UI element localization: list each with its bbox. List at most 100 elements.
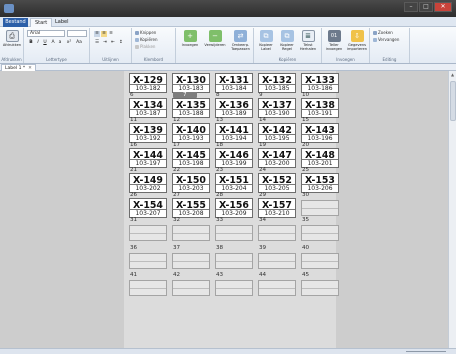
font-grow-icon[interactable]: A xyxy=(50,40,56,46)
label-tag[interactable]: X-157 103-210 xyxy=(258,198,296,218)
delete-button[interactable]: − Verwijderen xyxy=(203,30,227,47)
align-right-icon[interactable]: ≡ xyxy=(108,31,114,37)
paste-button[interactable]: Plakken xyxy=(135,44,155,49)
label-cell[interactable]: 43 xyxy=(215,272,253,298)
label-cell[interactable]: 18 X-146 103-199 xyxy=(215,142,253,168)
label-tag[interactable]: X-153 103-206 xyxy=(301,173,339,193)
list-icon[interactable]: ☰ xyxy=(94,40,100,46)
copy-button[interactable]: Kopiëren xyxy=(135,37,158,42)
empty-label-tag[interactable] xyxy=(258,253,296,269)
italic-button[interactable]: I xyxy=(35,40,41,46)
label-tag[interactable]: X-147 103-200 xyxy=(258,148,296,168)
copy-row-button[interactable]: ⧉ Kopieer Regel xyxy=(277,30,297,51)
label-tag[interactable]: X-138 103-191 xyxy=(301,98,339,118)
label-cell[interactable]: 26 X-154 103-207 xyxy=(129,192,167,218)
align-center-icon[interactable]: ≡ xyxy=(101,31,107,37)
replace-button[interactable]: Vervangen xyxy=(373,37,399,42)
empty-label-tag[interactable] xyxy=(215,225,253,241)
label-cell[interactable]: 31 xyxy=(129,217,167,243)
label-cell[interactable]: 41 xyxy=(129,272,167,298)
label-tag[interactable]: X-132 103-185 xyxy=(258,73,296,93)
label-tag[interactable]: X-154 103-207 xyxy=(129,198,167,218)
scroll-up-icon[interactable]: ▲ xyxy=(449,71,456,78)
insert-counter-button[interactable]: 01 Teller invoegen xyxy=(324,30,344,51)
app-menu-icon[interactable] xyxy=(4,4,14,13)
label-cell[interactable]: 32 xyxy=(172,217,210,243)
repeat-text-button[interactable]: ≣ Tekst Herhalen xyxy=(298,30,318,51)
empty-label-tag[interactable] xyxy=(129,253,167,269)
label-cell[interactable]: 30 xyxy=(301,192,339,218)
tab-start[interactable]: Start xyxy=(30,18,53,27)
label-tag[interactable]: X-131 103-184 xyxy=(215,73,253,93)
label-cell[interactable]: 38 xyxy=(215,245,253,271)
label-cell[interactable]: 11 X-139 103-192 xyxy=(129,117,167,143)
label-tag[interactable]: X-130 103-183 xyxy=(172,73,210,93)
label-cell[interactable]: 14 X-142 103-195 xyxy=(258,117,296,143)
label-tag[interactable]: X-134 103-187 xyxy=(129,98,167,118)
scroll-thumb[interactable] xyxy=(450,81,456,121)
empty-label-tag[interactable] xyxy=(172,280,210,296)
empty-label-tag[interactable] xyxy=(172,225,210,241)
label-cell[interactable]: 12 X-140 103-193 xyxy=(172,117,210,143)
label-tag[interactable]: X-136 103-189 xyxy=(215,98,253,118)
label-cell[interactable]: 37 xyxy=(172,245,210,271)
label-cell[interactable]: 36 xyxy=(129,245,167,271)
font-family-select[interactable]: Arial xyxy=(27,30,65,37)
insert-button[interactable]: + Invoegen xyxy=(178,30,202,47)
empty-label-tag[interactable] xyxy=(301,253,339,269)
print-button[interactable]: ⎙ Afdrukken xyxy=(2,30,22,47)
label-cell[interactable]: 29 X-157 103-210 xyxy=(258,192,296,218)
label-tag[interactable]: X-133 103-186 xyxy=(301,73,339,93)
case-icon[interactable]: Aa xyxy=(76,40,82,46)
label-cell[interactable]: 19 X-147 103-200 xyxy=(258,142,296,168)
maximize-button[interactable]: □ xyxy=(419,2,433,12)
label-cell[interactable]: 21 X-149 103-202 xyxy=(129,167,167,193)
empty-label-tag[interactable] xyxy=(215,280,253,296)
label-tag[interactable]: X-137 103-190 xyxy=(258,98,296,118)
label-cell[interactable]: 4X-132103-185 xyxy=(258,71,296,93)
label-cell[interactable]: 24 X-152 103-205 xyxy=(258,167,296,193)
label-tag[interactable]: X-140 103-193 xyxy=(172,123,210,143)
label-cell[interactable]: 44 xyxy=(258,272,296,298)
vertical-scrollbar[interactable]: ▲ xyxy=(448,71,456,348)
label-cell[interactable]: 22 X-150 103-203 xyxy=(172,167,210,193)
empty-label-tag[interactable] xyxy=(301,280,339,296)
empty-label-tag[interactable] xyxy=(215,253,253,269)
empty-label-tag[interactable] xyxy=(258,280,296,296)
font-size-select[interactable] xyxy=(67,30,87,37)
label-tag[interactable]: X-152 103-205 xyxy=(258,173,296,193)
label-tag[interactable]: X-135 103-188 xyxy=(172,98,210,118)
label-cell[interactable]: 9 X-137 103-190 xyxy=(258,92,296,118)
empty-label-tag[interactable] xyxy=(129,225,167,241)
label-cell[interactable]: 27 X-155 103-208 xyxy=(172,192,210,218)
indent-icon[interactable]: ⇥ xyxy=(102,40,108,46)
empty-label-tag[interactable] xyxy=(258,225,296,241)
label-cell[interactable]: 33 xyxy=(215,217,253,243)
label-cell[interactable]: 45 xyxy=(301,272,339,298)
label-tag[interactable]: X-129 103-182 xyxy=(129,73,167,93)
label-tag[interactable]: X-143 103-196 xyxy=(301,123,339,143)
import-data-button[interactable]: ⇩ Gegevens importeren xyxy=(346,30,368,51)
bold-button[interactable]: B xyxy=(28,40,34,46)
label-cell[interactable]: 6 X-134 103-187 xyxy=(129,92,167,118)
orientation-icon[interactable]: ↕ xyxy=(118,40,124,46)
label-cell[interactable]: 40 xyxy=(301,245,339,271)
label-cell[interactable]: 35 xyxy=(301,217,339,243)
label-tag[interactable]: X-141 103-194 xyxy=(215,123,253,143)
label-tag[interactable]: X-146 103-199 xyxy=(215,148,253,168)
label-cell[interactable]: 17 X-145 103-198 xyxy=(172,142,210,168)
label-cell[interactable]: 3X-131103-184 xyxy=(215,71,253,93)
find-button[interactable]: Zoeken xyxy=(373,30,393,35)
label-cell[interactable]: 10 X-138 103-191 xyxy=(301,92,339,118)
label-tag[interactable]: X-148 103-201 xyxy=(301,148,339,168)
align-left-icon[interactable]: ≡ xyxy=(94,31,100,37)
zoom-slider[interactable] xyxy=(406,351,446,352)
tab-label[interactable]: Label xyxy=(51,18,73,27)
cut-button[interactable]: Knippen xyxy=(135,30,156,35)
empty-label-tag[interactable] xyxy=(129,280,167,296)
label-cell[interactable]: 13 X-141 103-194 xyxy=(215,117,253,143)
label-cell[interactable]: 34 xyxy=(258,217,296,243)
label-cell[interactable]: 5X-133103-186 xyxy=(301,71,339,93)
outdent-icon[interactable]: ⇤ xyxy=(110,40,116,46)
label-tag[interactable]: X-144 103-197 xyxy=(129,148,167,168)
